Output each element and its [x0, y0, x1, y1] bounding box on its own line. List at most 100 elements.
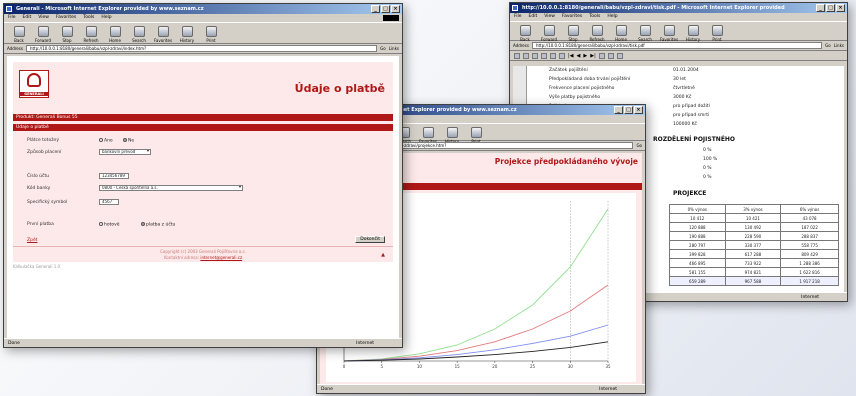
- menu-favorites[interactable]: Favorites: [562, 13, 582, 21]
- refresh-button[interactable]: Refresh: [80, 25, 102, 43]
- print-button[interactable]: Print: [706, 24, 728, 42]
- x-tick-label: 0: [343, 364, 346, 369]
- back-button[interactable]: Back: [514, 24, 536, 42]
- payer-label: Plátce totožný: [27, 138, 60, 143]
- form-menubar: File Edit View Favorites Tools Help: [4, 14, 402, 22]
- fit-page-icon[interactable]: [598, 52, 605, 59]
- maximize-button[interactable]: □: [624, 106, 633, 114]
- form-window-titlebar[interactable]: Generali - Microsoft Internet Explorer p…: [4, 4, 402, 14]
- symbol-input[interactable]: 4567: [99, 199, 119, 205]
- menu-tools[interactable]: Tools: [589, 13, 600, 21]
- form-page: GENERALI Údaje o platbě Produkt: General…: [7, 56, 399, 338]
- payer-yes-radio[interactable]: Ano: [99, 138, 113, 144]
- hand-icon[interactable]: [541, 52, 547, 59]
- home-label: Home: [109, 38, 121, 43]
- print-icon: [711, 25, 723, 36]
- back-link[interactable]: Zpět: [27, 238, 37, 243]
- favorites-button[interactable]: Favorites: [417, 126, 439, 144]
- footer-contact-prefix: Kontaktní adresa:: [163, 255, 200, 260]
- select-icon[interactable]: [559, 52, 565, 59]
- status-zone: Internet: [801, 295, 819, 300]
- projection-table: 0% výnos 3% výnos 6% výnos 10 412 10 421 4…: [669, 204, 839, 286]
- go-button[interactable]: Go: [380, 46, 386, 51]
- address-input[interactable]: http://10.0.0.1:8180/generali/babu/vzpl-…: [25, 45, 378, 52]
- method-select[interactable]: bankovní převod: [99, 149, 151, 155]
- favorites-button[interactable]: Favorites: [152, 25, 174, 43]
- forward-icon: [543, 25, 555, 36]
- first-payment-account-radio[interactable]: platba z účtu: [141, 222, 175, 228]
- minimize-button[interactable]: _: [614, 106, 623, 114]
- maximize-button[interactable]: □: [381, 5, 390, 13]
- print-button[interactable]: Print: [200, 25, 222, 43]
- links-label[interactable]: Links: [389, 46, 399, 51]
- stop-button[interactable]: Stop: [562, 24, 584, 42]
- menu-favorites[interactable]: Favorites: [56, 14, 76, 22]
- print-icon[interactable]: [523, 52, 529, 59]
- close-button[interactable]: ×: [836, 4, 845, 12]
- account-input[interactable]: 123456789: [99, 173, 129, 179]
- table-cell: 288 837: [780, 231, 839, 241]
- search-icon[interactable]: [532, 52, 538, 59]
- pdf-window-titlebar[interactable]: http://10.0.0.1:8180/generali/babu/vzpl-…: [510, 3, 847, 13]
- x-tick-label: 30: [568, 364, 574, 369]
- close-button[interactable]: ×: [391, 5, 400, 13]
- refresh-button[interactable]: Refresh: [586, 24, 608, 42]
- save-icon[interactable]: [514, 52, 520, 59]
- address-input[interactable]: http://10.0.0.1:8180/generali/babu/vzpl-…: [531, 42, 823, 49]
- maximize-button[interactable]: □: [826, 4, 835, 12]
- menu-edit[interactable]: Edit: [529, 13, 538, 21]
- links-label[interactable]: Links: [834, 43, 844, 48]
- info-row: Předpokládaná doba trvání pojištění: [549, 77, 630, 82]
- next-button[interactable]: Dokončit: [355, 236, 385, 243]
- menu-help[interactable]: Help: [607, 13, 617, 21]
- home-button[interactable]: Home: [104, 25, 126, 43]
- menu-file[interactable]: File: [8, 14, 16, 22]
- window-controls: _ □ ×: [614, 106, 643, 114]
- search-button[interactable]: Search: [634, 24, 656, 42]
- last-page-icon[interactable]: ▶|: [590, 53, 596, 59]
- next-page-icon[interactable]: ▶: [583, 53, 587, 59]
- menu-edit[interactable]: Edit: [23, 14, 32, 22]
- footer-email-link[interactable]: internet@generali.cz: [200, 255, 242, 260]
- payer-no-radio[interactable]: Ne: [123, 138, 134, 144]
- info-key: Začátek pojištění: [549, 68, 588, 73]
- menu-help[interactable]: Help: [101, 14, 111, 22]
- history-button[interactable]: History: [176, 25, 198, 43]
- close-button[interactable]: ×: [634, 106, 643, 114]
- menu-tools[interactable]: Tools: [83, 14, 94, 22]
- refresh-icon: [85, 26, 97, 37]
- ie-icon: [6, 6, 12, 12]
- table-cell: 187 022: [780, 222, 839, 232]
- rotate-icon[interactable]: [616, 52, 623, 59]
- back-button[interactable]: Back: [8, 25, 30, 43]
- go-button[interactable]: Go: [825, 43, 831, 48]
- scroll-up-icon[interactable]: ▲: [381, 252, 385, 258]
- first-payment-cash-radio[interactable]: hotově: [99, 222, 120, 228]
- print-button[interactable]: Print: [465, 126, 487, 144]
- home-button[interactable]: Home: [610, 24, 632, 42]
- forward-button[interactable]: Forward: [538, 24, 560, 42]
- menu-view[interactable]: View: [544, 13, 555, 21]
- zoom-icon[interactable]: [550, 52, 556, 59]
- minimize-button[interactable]: _: [816, 4, 825, 12]
- search-button[interactable]: Search: [128, 25, 150, 43]
- minimize-button[interactable]: _: [371, 5, 380, 13]
- stop-button[interactable]: Stop: [56, 25, 78, 43]
- first-page-icon[interactable]: |◀: [568, 53, 574, 59]
- favorites-button[interactable]: Favorites: [658, 24, 680, 42]
- windows-logo-icon: [383, 15, 399, 21]
- bank-select[interactable]: 0800 - Česká spořitelna a.s.: [99, 185, 243, 191]
- prev-page-icon[interactable]: ◀: [577, 53, 581, 59]
- history-button[interactable]: History: [441, 126, 463, 144]
- info-value: 30 let: [673, 77, 686, 82]
- fit-width-icon[interactable]: [607, 52, 614, 59]
- info-row: Výše platby pojistného: [549, 95, 600, 100]
- forward-button[interactable]: Forward: [32, 25, 54, 43]
- menu-file[interactable]: File: [514, 13, 522, 21]
- x-tick-label: 25: [530, 364, 536, 369]
- go-button[interactable]: Go: [636, 143, 642, 148]
- history-button[interactable]: History: [682, 24, 704, 42]
- menu-view[interactable]: View: [38, 14, 49, 22]
- table-cell: 228 590: [724, 231, 782, 241]
- symbol-label: Specifický symbol: [27, 200, 68, 205]
